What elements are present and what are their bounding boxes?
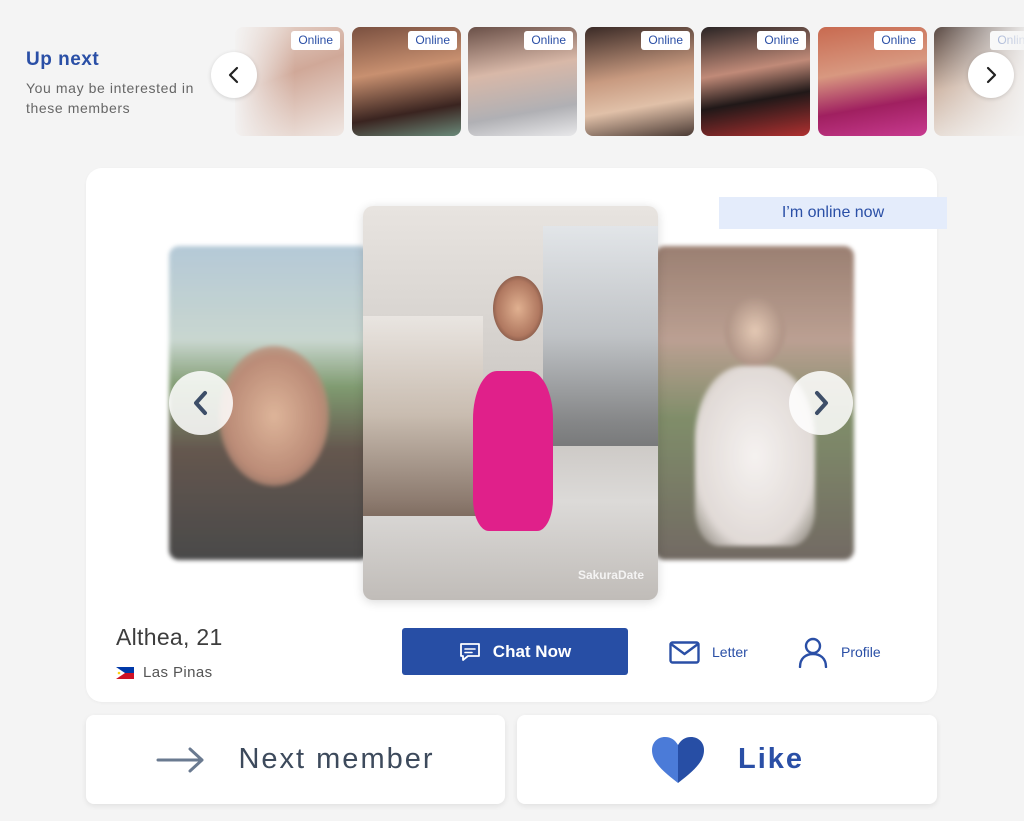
heart-icon	[651, 736, 704, 783]
member-name: Althea, 21	[116, 624, 223, 650]
chevron-left-icon	[228, 66, 239, 84]
location-text: Las Pinas	[143, 664, 213, 681]
upnext-next-button[interactable]	[968, 52, 1014, 98]
online-badge: Online	[874, 31, 923, 50]
profile-button[interactable]: Profile	[797, 634, 881, 670]
member-thumbnail[interactable]: Online	[585, 27, 694, 136]
user-icon	[798, 637, 828, 668]
online-badge: Online	[990, 31, 1024, 50]
member-thumbnail[interactable]: Online	[818, 27, 927, 136]
envelope-icon	[669, 640, 700, 664]
member-thumbnail[interactable]: Online	[468, 27, 577, 136]
online-badge: Online	[291, 31, 340, 50]
chevron-left-icon	[194, 391, 207, 415]
upnext-thumbnail-strip: Online Online Online Online Online Onlin…	[235, 27, 1024, 136]
letter-label: Letter	[712, 644, 748, 660]
next-member-label: Next member	[238, 743, 435, 775]
chat-now-label: Chat Now	[492, 641, 572, 661]
online-badge: Online	[524, 31, 573, 50]
online-badge: Online	[641, 31, 690, 50]
online-now-label: I’m online now	[719, 197, 947, 229]
chat-now-button[interactable]: Chat Now	[402, 628, 628, 675]
chevron-right-icon	[815, 391, 828, 415]
arrow-right-icon	[156, 747, 204, 772]
next-member-button[interactable]: Next member	[86, 715, 505, 804]
member-location: Las Pinas	[116, 664, 212, 681]
chevron-right-icon	[986, 66, 997, 84]
upnext-prev-button[interactable]	[211, 52, 257, 98]
like-label: Like	[737, 743, 805, 775]
online-badge: Online	[757, 31, 806, 50]
main-profile-photo[interactable]: SakuraDate	[363, 206, 658, 600]
online-badge: Online	[408, 31, 457, 50]
upnext-title: Up next	[26, 49, 100, 70]
chat-icon	[459, 642, 480, 661]
like-button[interactable]: Like	[517, 715, 937, 804]
photo-next-button[interactable]	[789, 371, 853, 435]
upnext-subtitle: You may be interested in these members	[26, 80, 194, 116]
member-thumbnail[interactable]: Online	[701, 27, 810, 136]
member-thumbnail[interactable]: Online	[352, 27, 461, 136]
letter-button[interactable]: Letter	[669, 634, 748, 670]
profile-label: Profile	[841, 644, 881, 660]
photo-prev-button[interactable]	[169, 371, 233, 435]
philippines-flag-icon	[116, 666, 134, 679]
watermark: SakuraDate	[577, 568, 644, 582]
